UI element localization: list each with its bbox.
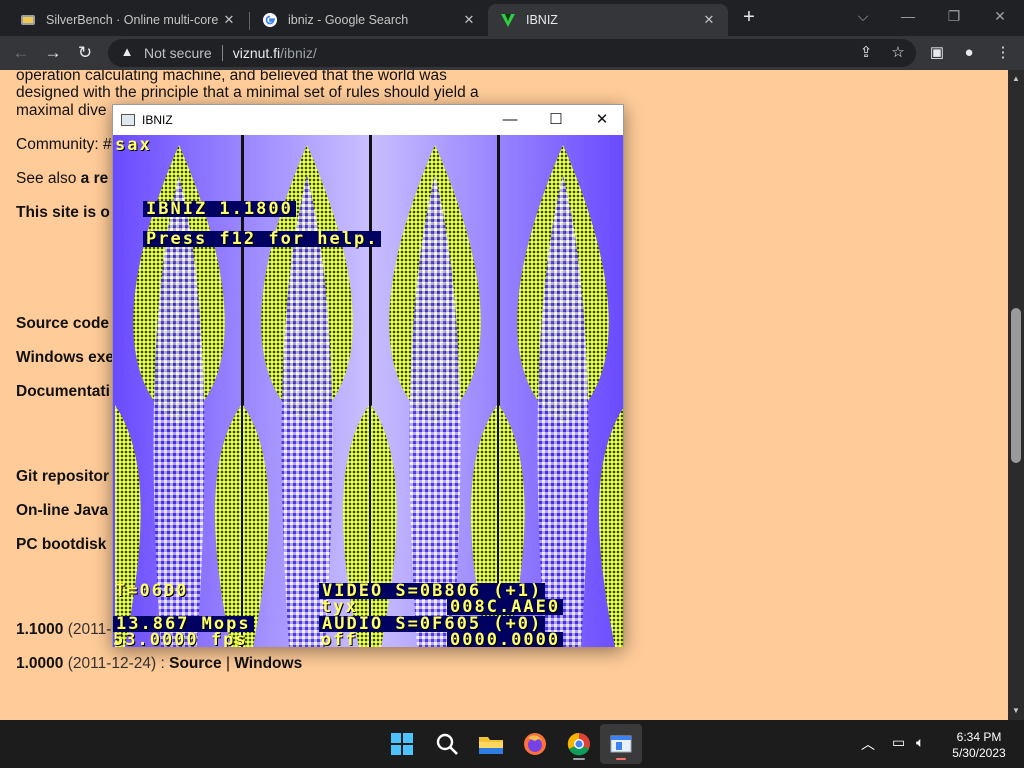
ibniz-tyx-label: tyx bbox=[321, 597, 358, 617]
side-panel-icon[interactable]: ▣ bbox=[924, 40, 950, 66]
firefox-icon[interactable] bbox=[519, 728, 551, 760]
security-label[interactable]: Not secure bbox=[144, 45, 212, 61]
community-text: Community: # bbox=[16, 136, 112, 153]
ibniz-version-label: IBNIZ 1.1800 bbox=[143, 201, 296, 218]
tab-title: IBNIZ bbox=[526, 13, 558, 27]
tab-silverbench[interactable]: SilverBench · Online multi-core C ✕ bbox=[8, 4, 248, 36]
site-note-text: This site is o bbox=[16, 204, 110, 221]
ibniz-mode-label: sax bbox=[115, 135, 152, 155]
tab-close-icon[interactable]: ✕ bbox=[220, 12, 238, 28]
release-1000: 1.0000 (2011-12-24) : Source | Windows bbox=[16, 655, 302, 673]
omnibox-divider bbox=[221, 45, 223, 61]
source-code-link[interactable]: Source code bbox=[16, 315, 109, 333]
ibniz-taskbar-icon[interactable] bbox=[605, 728, 637, 760]
ibniz-fps-readout: 53.0000 fps bbox=[113, 630, 248, 648]
chrome-icon[interactable] bbox=[563, 728, 595, 760]
reload-button[interactable]: ↻ bbox=[72, 40, 98, 66]
ibniz-window[interactable]: IBNIZ — ☐ ✕ sax IBNIZ 1.1800 Press f12 f… bbox=[112, 104, 624, 647]
system-clock[interactable]: 6:34 PM 5/30/2023 bbox=[944, 729, 1014, 761]
tab-close-icon[interactable]: ✕ bbox=[700, 12, 718, 28]
url-host[interactable]: viznut.fi bbox=[233, 45, 280, 61]
browser-tabstrip: SilverBench · Online multi-core C ✕ ibni… bbox=[0, 0, 1024, 36]
intro-text: maximal dive bbox=[16, 102, 107, 119]
ibniz-off-label: off bbox=[321, 630, 358, 648]
forward-button[interactable]: → bbox=[40, 40, 66, 66]
ibniz-window-title: IBNIZ bbox=[142, 113, 173, 127]
ibniz-app-icon bbox=[121, 114, 135, 126]
git-repo-label[interactable]: Git repositor bbox=[16, 468, 109, 485]
see-also-prefix: See also bbox=[16, 170, 81, 187]
clock-time: 6:34 PM bbox=[956, 730, 1002, 744]
volume-icon[interactable]: 🔈︎ bbox=[916, 734, 924, 751]
ibniz-time-readout: T=06D0 bbox=[115, 581, 189, 601]
tab-ibniz[interactable]: IBNIZ ✕ bbox=[488, 4, 728, 36]
ibniz-titlebar[interactable]: IBNIZ — ☐ ✕ bbox=[113, 105, 623, 135]
release-version: 1.1000 bbox=[16, 621, 64, 638]
intro-text: operation calculating machine, and belie… bbox=[16, 70, 447, 84]
ibniz-help-label: Press f12 for help. bbox=[143, 231, 382, 248]
tab-google-search[interactable]: ibniz - Google Search ✕ bbox=[250, 4, 488, 36]
clock-date: 5/30/2023 bbox=[952, 746, 1006, 760]
url-path[interactable]: /ibniz/ bbox=[280, 45, 317, 61]
ibniz-close-button[interactable]: ✕ bbox=[579, 105, 625, 135]
profile-icon[interactable]: ● bbox=[956, 40, 982, 66]
google-favicon-icon bbox=[263, 13, 277, 27]
ibniz-render-canvas[interactable]: sax IBNIZ 1.1800 Press f12 for help. T=0… bbox=[113, 135, 623, 647]
warning-icon[interactable]: ▲ bbox=[118, 44, 136, 62]
window-minimize-button[interactable]: — bbox=[888, 4, 928, 30]
intro-text: designed with the principle that a minim… bbox=[16, 84, 479, 101]
scroll-up-icon[interactable]: ▲ bbox=[1008, 72, 1024, 86]
see-also-text: See also a re bbox=[16, 170, 108, 188]
release-source-link[interactable]: Source bbox=[169, 655, 222, 672]
online-js-label[interactable]: On-line Java bbox=[16, 502, 108, 519]
file-explorer-icon[interactable] bbox=[475, 728, 507, 760]
window-restore-button[interactable]: ❐ bbox=[934, 4, 974, 30]
ibniz-favicon-icon bbox=[501, 14, 515, 27]
pc-bootdisk-link[interactable]: PC bootdisk bbox=[16, 536, 106, 554]
tab-close-icon[interactable]: ✕ bbox=[460, 12, 478, 28]
scroll-down-icon[interactable]: ▼ bbox=[1008, 704, 1024, 718]
start-button-windows-icon[interactable] bbox=[386, 728, 418, 760]
pc-bootdisk-label[interactable]: PC bootdisk bbox=[16, 536, 106, 553]
page-scrollbar[interactable]: ▲ ▼ bbox=[1008, 70, 1024, 720]
ibniz-maximize-button[interactable]: ☐ bbox=[533, 105, 579, 135]
new-tab-button[interactable]: + bbox=[738, 6, 760, 28]
windows-taskbar: ︿ ▭ 🔈︎ 6:34 PM 5/30/2023 bbox=[0, 720, 1024, 768]
windows-exe-link[interactable]: Windows exe bbox=[16, 349, 114, 367]
browser-toolbar: ← → ↻ ▲ Not secure viznut.fi/ibniz/ ⇪ ☆ … bbox=[0, 36, 1024, 70]
search-icon[interactable] bbox=[431, 728, 463, 760]
tab-title: SilverBench · Online multi-core C bbox=[46, 13, 220, 27]
menu-kebab-icon[interactable]: ⋮ bbox=[990, 40, 1016, 66]
network-icon[interactable]: ▭ bbox=[892, 734, 905, 751]
release-1100: 1.1000 (2011- bbox=[16, 621, 111, 639]
ibniz-tyx-value: 008C.AAE0 bbox=[447, 599, 564, 616]
tray-overflow-chevron-icon[interactable]: ︿ bbox=[861, 734, 875, 754]
bookmark-star-icon[interactable]: ☆ bbox=[885, 40, 911, 66]
ibniz-off-value: 0000.0000 bbox=[447, 632, 564, 647]
tab-search-chevron-icon[interactable]: ⌵ bbox=[843, 4, 883, 30]
back-button[interactable]: ← bbox=[8, 40, 34, 66]
ibniz-minimize-button[interactable]: — bbox=[487, 105, 533, 135]
online-js-link[interactable]: On-line Java bbox=[16, 502, 108, 520]
silverbench-favicon-icon bbox=[21, 15, 35, 25]
address-bar[interactable]: ▲ Not secure viznut.fi/ibniz/ bbox=[108, 39, 916, 67]
git-repo-link[interactable]: Git repositor bbox=[16, 468, 109, 486]
documentation-label[interactable]: Documentati bbox=[16, 383, 110, 400]
release-version: 1.0000 bbox=[16, 655, 64, 672]
release-windows-link[interactable]: Windows bbox=[234, 655, 302, 672]
site-note: This site is o bbox=[16, 204, 110, 222]
documentation-link[interactable]: Documentati bbox=[16, 383, 110, 401]
scrollbar-thumb[interactable] bbox=[1011, 308, 1021, 463]
share-icon[interactable]: ⇪ bbox=[853, 40, 879, 66]
release-date: (2011-12-24) : bbox=[63, 655, 170, 672]
tab-title: ibniz - Google Search bbox=[288, 13, 409, 27]
windows-exe-label[interactable]: Windows exe bbox=[16, 349, 114, 366]
release-date: (2011- bbox=[63, 621, 112, 638]
source-code-label[interactable]: Source code bbox=[16, 315, 109, 332]
release-separator: | bbox=[221, 655, 235, 672]
see-also-link[interactable]: a re bbox=[81, 170, 109, 187]
window-close-button[interactable]: ✕ bbox=[980, 4, 1020, 30]
